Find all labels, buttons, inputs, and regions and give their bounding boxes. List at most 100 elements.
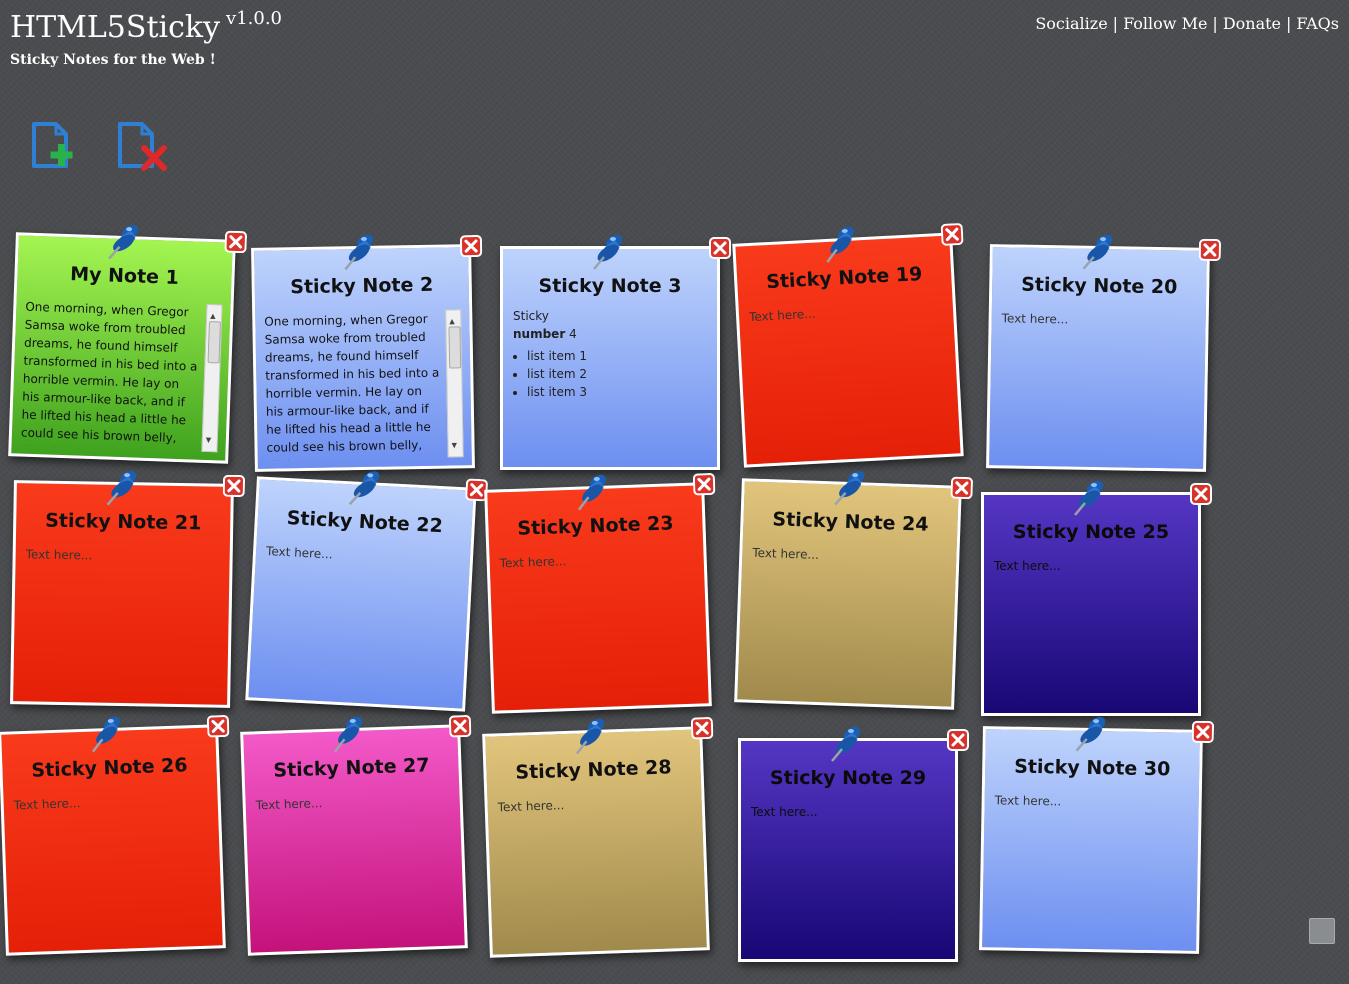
close-note-button[interactable] xyxy=(224,230,247,254)
nav-separator: | xyxy=(1112,14,1119,33)
note-scrollbar[interactable]: ▲ ▼ xyxy=(201,303,223,453)
note-scrollbar[interactable]: ▲ ▼ xyxy=(445,309,464,458)
pushpin-icon xyxy=(572,712,614,757)
note-title[interactable]: Sticky Note 2 xyxy=(255,273,469,299)
note-line: Sticky xyxy=(513,309,549,323)
sticky-note[interactable]: Sticky Note 2 One morning, when Gregor Sa… xyxy=(251,234,483,472)
pushpin-icon xyxy=(88,710,130,755)
note-title[interactable]: Sticky Note 27 xyxy=(244,753,459,782)
sticky-note[interactable]: Sticky Note 29 Text here... xyxy=(738,726,969,962)
note-placeholder[interactable]: Text here... xyxy=(995,793,1189,810)
close-note-button[interactable] xyxy=(459,234,483,258)
close-note-button[interactable] xyxy=(692,473,716,496)
pushpin-icon xyxy=(821,220,863,266)
pushpin-icon xyxy=(828,721,868,765)
delete-all-button[interactable] xyxy=(116,118,172,174)
close-note-button[interactable] xyxy=(709,237,731,259)
note-placeholder[interactable]: Text here... xyxy=(1002,311,1196,328)
note-title[interactable]: Sticky Note 19 xyxy=(737,262,952,295)
pushpin-icon xyxy=(590,229,630,273)
nav-follow-me[interactable]: Follow Me xyxy=(1123,14,1207,33)
nav-donate[interactable]: Donate xyxy=(1223,14,1281,33)
scroll-down-icon[interactable]: ▼ xyxy=(206,431,212,449)
note-text: One morning, when Gregor Samsa woke from… xyxy=(20,299,198,453)
nav-socialize[interactable]: Socialize xyxy=(1035,14,1107,33)
pushpin-icon xyxy=(103,465,144,510)
app-tagline: Sticky Notes for the Web ! xyxy=(10,52,216,68)
note-title[interactable]: Sticky Note 26 xyxy=(2,753,217,782)
note-title[interactable]: Sticky Note 3 xyxy=(503,275,717,297)
note-placeholder[interactable]: Text here... xyxy=(499,550,693,570)
sticky-note[interactable]: Sticky Note 22 Text here... xyxy=(245,471,488,712)
pushpin-icon xyxy=(1071,475,1111,519)
nav-faqs[interactable]: FAQs xyxy=(1296,14,1339,33)
sticky-note[interactable]: Sticky Note 27 Text here... xyxy=(240,715,472,956)
note-title[interactable]: Sticky Note 29 xyxy=(741,767,955,789)
sticky-note[interactable]: Sticky Note 30 Text here... xyxy=(979,717,1215,954)
sticky-note[interactable]: Sticky Note 3 Stickynumber 4list item 1li… xyxy=(500,234,731,470)
app-title: HTML5Sticky v1.0.0 xyxy=(10,8,282,45)
close-note-button[interactable] xyxy=(940,223,964,246)
close-note-button[interactable] xyxy=(1198,238,1222,262)
pushpin-icon xyxy=(341,229,382,274)
note-text-area[interactable]: One morning, when Gregor Samsa woke from… xyxy=(21,298,223,453)
pushpin-icon xyxy=(330,710,372,755)
resize-icon[interactable] xyxy=(1309,918,1335,944)
note-placeholder[interactable]: Text here... xyxy=(751,805,945,819)
note-title[interactable]: Sticky Note 30 xyxy=(985,755,1199,781)
pushpin-icon xyxy=(1072,711,1113,756)
pushpin-icon xyxy=(831,464,873,509)
close-note-button[interactable] xyxy=(1191,720,1215,744)
sticky-note[interactable]: Sticky Note 28 Text here... xyxy=(482,717,714,958)
app-name: HTML5Sticky xyxy=(10,10,221,45)
sticky-note[interactable]: Sticky Note 24 Text here... xyxy=(734,471,973,710)
note-number: 4 xyxy=(569,327,577,341)
sticky-note[interactable]: Sticky Note 19 Text here... xyxy=(732,223,964,468)
sticky-note[interactable]: Sticky Note 20 Text here... xyxy=(986,235,1222,472)
close-note-button[interactable] xyxy=(690,717,714,740)
scroll-thumb[interactable] xyxy=(207,321,221,364)
note-list: list item 1list item 2list item 3 xyxy=(513,347,707,401)
scroll-down-icon[interactable]: ▼ xyxy=(451,436,457,454)
note-placeholder[interactable]: Text here... xyxy=(497,794,691,814)
pushpin-icon xyxy=(105,218,147,263)
scroll-thumb[interactable] xyxy=(448,326,462,369)
delete-all-icon xyxy=(118,122,167,171)
note-title[interactable]: Sticky Note 21 xyxy=(16,509,230,535)
app-version: v1.0.0 xyxy=(226,8,282,29)
close-note-button[interactable] xyxy=(947,729,969,751)
sticky-note[interactable]: Sticky Note 25 Text here... xyxy=(981,480,1212,716)
close-note-button[interactable] xyxy=(448,715,472,738)
note-title[interactable]: Sticky Note 20 xyxy=(992,273,1206,299)
note-title[interactable]: Sticky Note 28 xyxy=(486,755,701,784)
note-title[interactable]: Sticky Note 22 xyxy=(257,506,472,539)
note-placeholder[interactable]: Text here... xyxy=(13,792,207,812)
note-title[interactable]: Sticky Note 25 xyxy=(984,521,1198,543)
note-placeholder[interactable]: Text here... xyxy=(752,546,946,567)
note-title[interactable]: My Note 1 xyxy=(17,261,232,290)
note-text-area[interactable]: One morning, when Gregor Samsa woke from… xyxy=(264,309,464,461)
close-note-button[interactable] xyxy=(950,476,973,500)
note-placeholder[interactable]: Text here... xyxy=(749,300,943,324)
sticky-note[interactable]: Sticky Note 26 Text here... xyxy=(0,715,230,956)
note-title[interactable]: Sticky Note 24 xyxy=(743,507,958,536)
add-note-button[interactable] xyxy=(28,118,84,174)
note-rich-content[interactable]: Sticky number 4 list item 1list item 2list… xyxy=(513,307,707,401)
note-title[interactable]: Sticky Note 23 xyxy=(488,511,703,540)
note-placeholder[interactable]: Text here... xyxy=(994,559,1188,573)
close-note-button[interactable] xyxy=(206,715,230,738)
sticky-note[interactable]: Sticky Note 21 Text here... xyxy=(10,471,246,708)
pushpin-icon xyxy=(1079,229,1120,274)
note-placeholder[interactable]: Text here... xyxy=(26,547,220,564)
note-list-item: list item 2 xyxy=(527,365,707,383)
sticky-note[interactable]: Sticky Note 23 Text here... xyxy=(484,473,716,714)
note-text: One morning, when Gregor Samsa woke from… xyxy=(264,311,440,461)
note-placeholder[interactable]: Text here... xyxy=(255,792,449,812)
pushpin-icon xyxy=(574,468,616,513)
close-note-button[interactable] xyxy=(1190,483,1212,505)
note-list-item: list item 3 xyxy=(527,383,707,401)
add-note-icon xyxy=(32,122,73,168)
close-note-button[interactable] xyxy=(222,474,246,498)
sticky-note[interactable]: My Note 1 One morning, when Gregor Samsa … xyxy=(8,225,247,464)
note-placeholder[interactable]: Text here... xyxy=(266,544,460,568)
